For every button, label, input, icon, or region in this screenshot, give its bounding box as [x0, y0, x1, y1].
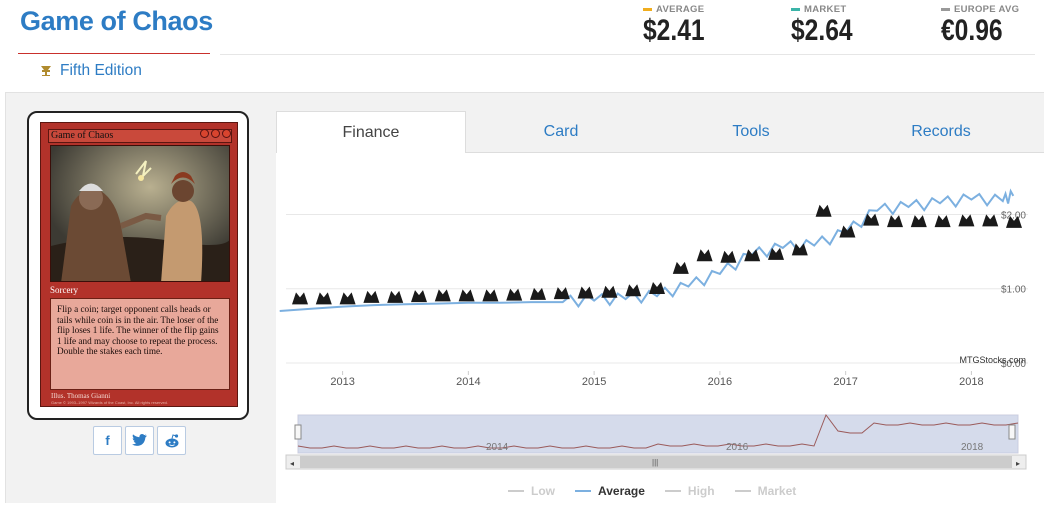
- average-series-line: [279, 188, 1015, 312]
- title-underline: [18, 53, 210, 54]
- y-tick-label: $1.00: [1001, 285, 1026, 296]
- navigator-x-label: 2018: [961, 442, 984, 453]
- set-link[interactable]: Fifth Edition: [40, 62, 142, 80]
- scroll-left-arrow-icon: ◂: [290, 459, 294, 468]
- page-title: Game of Chaos: [20, 6, 213, 36]
- red-mana-icon: [222, 129, 231, 138]
- price-market: MARKET $2.64: [791, 4, 866, 48]
- card-image-frame[interactable]: Game of Chaos Sorcery Flip a coin; targe…: [27, 111, 249, 420]
- red-mana-icon: [200, 129, 209, 138]
- set-symbol-marker: [815, 204, 832, 217]
- set-symbol-marker: [982, 214, 999, 227]
- x-tick-label: 2018: [959, 376, 983, 388]
- navigator-x-label: 2014: [486, 442, 509, 453]
- legend-high-label: High: [687, 484, 715, 498]
- x-tick-label: 2014: [456, 376, 480, 388]
- legend-low[interactable]: Low: [508, 484, 555, 498]
- card-artwork: [50, 145, 230, 282]
- set-symbol-marker: [506, 288, 523, 301]
- set-symbol-icon: [41, 66, 51, 76]
- price-average: AVERAGE $2.41: [643, 4, 718, 48]
- chart-legend: Low Average High Market: [508, 484, 796, 498]
- price-europe-value: €0.96: [941, 14, 1003, 47]
- set-symbol-marker: [910, 215, 927, 228]
- price-average-value: $2.41: [643, 14, 705, 47]
- x-tick-label: 2015: [582, 376, 606, 388]
- legend-market-label: Market: [757, 484, 797, 498]
- set-symbol-marker: [292, 292, 308, 305]
- y-tick-label: $2.00: [1001, 210, 1026, 221]
- set-symbol-marker: [744, 249, 761, 262]
- average-dash: [643, 8, 652, 11]
- red-mana-icon: [211, 129, 220, 138]
- legend-low-label: Low: [531, 484, 555, 498]
- navigator-x-label: 2016: [726, 442, 749, 453]
- set-symbol-marker: [363, 290, 380, 303]
- set-symbol-marker: [411, 290, 427, 303]
- mana-cost: [200, 129, 231, 138]
- set-symbol-marker: [839, 225, 856, 238]
- scroll-grip-icon: |||: [652, 458, 658, 467]
- chart-watermark: MTGStocks.com: [959, 355, 1026, 365]
- price-chart[interactable]: $2.00$1.00$0.00MTGStocks.com2013 2014 2015…: [276, 153, 1044, 503]
- card-copyright: Game © 1993–1997 Wizards of the Coast, I…: [51, 400, 169, 405]
- legend-market[interactable]: Market: [734, 484, 797, 498]
- set-symbol-marker: [482, 289, 499, 302]
- tab-bar: Finance Card Tools Records: [276, 111, 1044, 154]
- price-market-value: $2.64: [791, 14, 853, 47]
- twitter-share-button[interactable]: [125, 426, 154, 455]
- legend-average-label: Average: [598, 484, 645, 498]
- x-tick-label: 2013: [330, 376, 354, 388]
- header-divider: [220, 54, 1035, 55]
- card-name: Game of Chaos: [51, 130, 114, 141]
- tab-card[interactable]: Card: [466, 111, 656, 153]
- set-name: Fifth Edition: [60, 62, 142, 79]
- scroll-right-arrow-icon: ▸: [1016, 459, 1020, 468]
- facebook-share-button[interactable]: f: [93, 426, 122, 455]
- x-tick-label: 2016: [708, 376, 732, 388]
- set-symbol-marker: [387, 290, 404, 303]
- set-symbol-marker: [315, 292, 332, 305]
- market-dash: [791, 8, 800, 11]
- card-rules-text: Flip a coin; target opponent calls heads…: [50, 298, 230, 390]
- set-symbol-marker: [601, 285, 618, 298]
- navigator-right-handle: [1008, 424, 1016, 440]
- set-symbol-marker: [649, 281, 665, 294]
- tab-tools[interactable]: Tools: [656, 111, 846, 153]
- set-symbol-marker: [958, 214, 975, 227]
- reddit-share-button[interactable]: [157, 426, 186, 455]
- set-symbol-marker: [672, 261, 689, 274]
- twitter-icon: [132, 434, 147, 446]
- set-symbol-marker: [434, 289, 451, 302]
- set-symbol-marker: [458, 289, 475, 302]
- legend-high[interactable]: High: [664, 484, 715, 498]
- reddit-icon: [165, 433, 178, 447]
- set-symbol-marker: [934, 215, 951, 228]
- set-symbol-marker: [887, 215, 903, 228]
- tab-records[interactable]: Records: [846, 111, 1036, 153]
- card-type-line: Sorcery: [50, 285, 78, 295]
- set-symbol-marker: [863, 213, 880, 226]
- set-symbol-marker: [625, 284, 642, 297]
- facebook-icon: f: [105, 433, 110, 448]
- navigator-left-handle: [294, 424, 302, 440]
- legend-average[interactable]: Average: [575, 484, 645, 498]
- price-europe: EUROPE AVG €0.96: [941, 4, 1019, 48]
- x-tick-label: 2017: [833, 376, 857, 388]
- set-symbol-marker: [696, 249, 713, 262]
- europe-dash: [941, 8, 950, 11]
- navigator-selection: [298, 415, 1018, 453]
- set-symbol-marker: [530, 287, 546, 300]
- set-symbol-marker: [339, 292, 356, 305]
- tab-finance[interactable]: Finance: [276, 111, 466, 154]
- chart-area: $2.00 $1.00 $0.00 MTGStocks.com 2013 2014 2015…: [276, 153, 1044, 503]
- card-illustrator: Illus. Thomas Gianni: [51, 392, 111, 400]
- card-image: Game of Chaos Sorcery Flip a coin; targe…: [40, 122, 238, 407]
- set-symbol-marker: [720, 250, 737, 263]
